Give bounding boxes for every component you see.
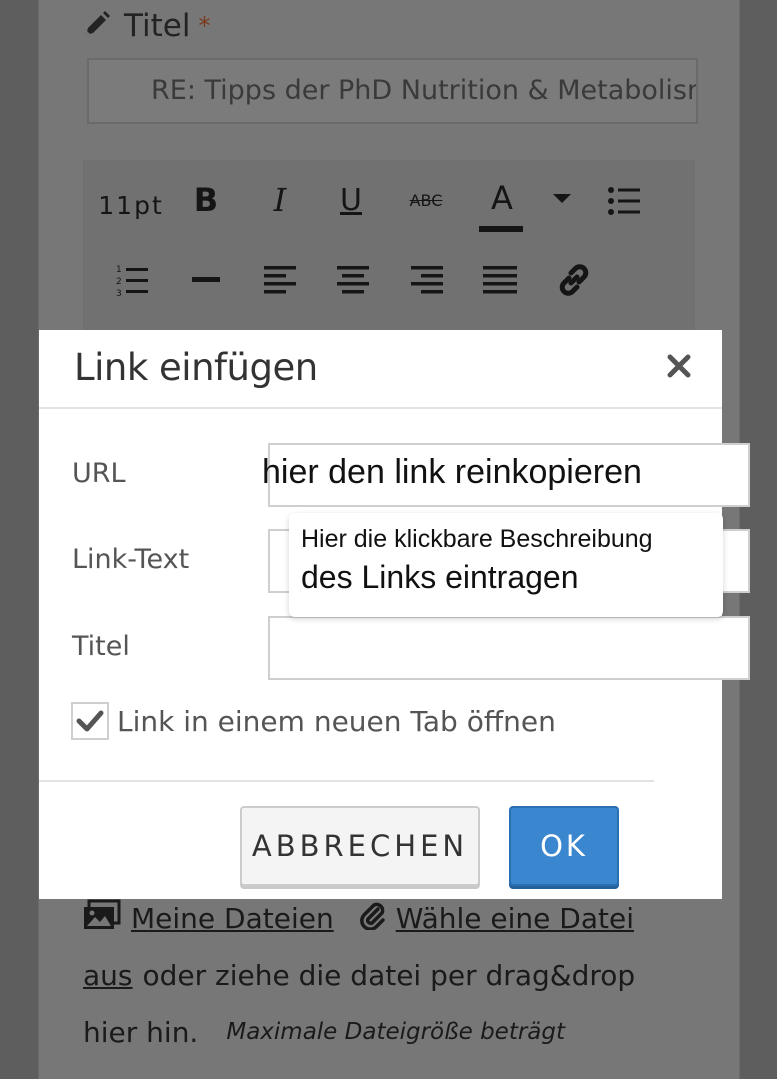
images-icon <box>83 899 121 938</box>
svg-text:1: 1 <box>116 265 122 275</box>
choose-file-link[interactable]: Wähle eine Datei <box>396 902 634 935</box>
font-size-button[interactable]: 11pt <box>98 185 162 225</box>
align-center-icon[interactable] <box>333 260 373 300</box>
align-justify-icon[interactable] <box>480 260 520 300</box>
url-label: URL <box>72 458 126 489</box>
new-tab-label: Link in einem neuen Tab öffnen <box>117 704 556 738</box>
ok-button[interactable]: OK <box>509 806 619 886</box>
paperclip-icon <box>359 900 386 937</box>
pencil-icon <box>82 9 112 43</box>
align-left-icon[interactable] <box>260 260 300 300</box>
choose-file-link-cont[interactable]: aus <box>83 959 133 992</box>
insert-link-dialog: Link einfügen URL hier den link reinkopi… <box>39 330 750 899</box>
numbered-list-icon[interactable]: 1 2 3 <box>113 260 153 300</box>
link-icon[interactable] <box>552 258 596 302</box>
close-icon[interactable] <box>661 348 697 384</box>
chevron-down-icon[interactable] <box>548 185 576 213</box>
subject-input-value: RE: Tipps der PhD Nutrition & Metabolism <box>151 75 698 106</box>
strikethrough-button[interactable]: ABC <box>404 185 448 215</box>
svg-text:2: 2 <box>116 277 122 287</box>
link-text-annotation: Hier die klickbare Beschreibung des Link… <box>289 513 723 617</box>
subject-input[interactable]: RE: Tipps der PhD Nutrition & Metabolism <box>87 58 698 124</box>
max-size-text: Maximale Dateigröße beträgt <box>226 1019 566 1045</box>
link-title-label: Titel <box>72 631 130 662</box>
link-text-label: Link-Text <box>72 544 190 575</box>
required-marker: * <box>198 12 211 40</box>
url-input-value: hier den link reinkopieren <box>262 453 642 491</box>
horizontal-rule-icon[interactable] <box>190 265 222 295</box>
bold-button[interactable]: B <box>188 180 224 220</box>
title-label: Titel <box>124 8 191 44</box>
annotation-line-2: des Links eintragen <box>301 559 579 595</box>
align-right-icon[interactable] <box>407 260 447 300</box>
new-tab-option: Link in einem neuen Tab öffnen <box>71 702 556 740</box>
new-tab-checkbox[interactable] <box>71 702 109 740</box>
annotation-line-1: Hier die klickbare Beschreibung <box>301 525 653 553</box>
link-title-input[interactable] <box>268 616 750 680</box>
dialog-title: Link einfügen <box>74 346 318 389</box>
attachment-line-2: aus oder ziehe die datei per drag&drop <box>83 953 635 997</box>
font-color-button[interactable]: A <box>480 178 524 218</box>
font-color-swatch <box>479 226 523 232</box>
my-files-link[interactable]: Meine Dateien <box>131 902 334 935</box>
attachment-line-1: Meine Dateien Wähle eine Datei <box>83 896 634 940</box>
dialog-footer-divider <box>39 780 654 782</box>
drag-drop-text-2: hier hin. <box>83 1015 199 1049</box>
bullet-list-icon[interactable] <box>604 181 644 221</box>
italic-button[interactable]: I <box>262 180 298 220</box>
cancel-button[interactable]: ABBRECHEN <box>240 806 480 886</box>
drag-drop-text: oder ziehe die datei per drag&drop <box>142 958 636 992</box>
underline-button[interactable]: U <box>333 180 369 220</box>
title-field-label-row: Titel * <box>82 6 210 46</box>
attachment-line-3: hier hin. Maximale Dateigröße beträgt <box>83 1010 565 1054</box>
dialog-header: Link einfügen <box>39 330 722 409</box>
svg-text:3: 3 <box>116 289 122 297</box>
